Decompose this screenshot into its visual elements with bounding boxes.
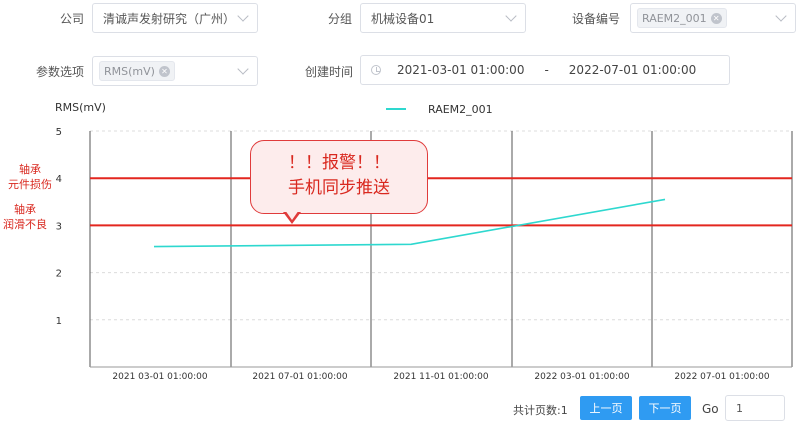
x-tick-label: 2022 07-01 01:00:00 [674,372,769,382]
threshold-lower-line1: 轴承 [14,203,36,216]
group-select[interactable]: 机械设备01 [360,3,526,33]
device-tag: RAEM2_001 ✕ [637,8,727,28]
x-tick-label: 2021 03-01 01:00:00 [112,372,207,382]
y-tick-label: 3 [56,221,62,232]
y-tick-label: 4 [56,174,62,185]
company-select[interactable]: 清诚声发射研究（广州） [92,3,258,33]
y-tick-label: 1 [56,316,62,327]
x-tick-label: 2021 07-01 01:00:00 [252,372,347,382]
y-axis-label: RMS(mV) [55,101,106,114]
rms-line-chart: 1 2 3 4 5 2021 03-01 01:00:00 2021 07-01 01:00… [55,101,793,382]
y-tick-label: 5 [56,127,62,138]
go-label: Go [702,402,719,416]
chevron-down-icon [505,10,517,22]
chevron-down-icon [237,10,249,22]
legend-label: RAEM2_001 [428,103,493,116]
device-label: 设备编号 [572,12,621,26]
alarm-callout-tail [283,210,301,224]
param-select[interactable]: RMS(mV) ✕ [92,56,258,86]
group-value: 机械设备01 [371,11,435,26]
page-total: 共计页数:1 [513,404,568,417]
threshold-label-lower: 轴承 润滑不良 [3,202,47,232]
date-end[interactable]: 2022-07-01 01:00:00 [569,63,696,77]
threshold-label-upper: 轴承 元件损伤 [8,162,52,192]
next-page-button[interactable]: 下一页 [639,396,691,420]
param-label: 参数选项 [36,65,85,79]
threshold-upper-line1: 轴承 [19,163,41,176]
param-tag-text: RMS(mV) [104,64,155,78]
clock-icon [371,65,381,75]
date-range-picker[interactable]: 2021-03-01 01:00:00 - 2022-07-01 01:00:0… [360,55,730,85]
chevron-down-icon [775,10,787,22]
date-start[interactable]: 2021-03-01 01:00:00 [397,63,524,77]
x-tick-label: 2021 11-01 01:00:00 [393,372,488,382]
prev-page-button[interactable]: 上一页 [580,396,632,420]
param-tag: RMS(mV) ✕ [99,61,175,81]
close-icon[interactable]: ✕ [710,12,722,24]
close-icon[interactable]: ✕ [158,65,170,77]
created-label: 创建时间 [305,65,354,79]
alarm-line2: 手机同步推送 [288,178,390,198]
alarm-callout: ！！报警！！ 手机同步推送 [250,140,428,214]
device-select[interactable]: RAEM2_001 ✕ [630,3,796,33]
date-separator: - [544,63,549,77]
chevron-down-icon [237,63,249,75]
threshold-upper-line2: 元件损伤 [8,178,52,191]
group-label: 分组 [328,12,353,26]
company-label: 公司 [60,12,85,26]
page-jump-input[interactable]: 1 [725,395,785,421]
alarm-line1: ！！报警！！ [288,153,390,173]
y-tick-label: 2 [56,269,62,280]
device-tag-text: RAEM2_001 [642,11,707,25]
company-value: 清诚声发射研究（广州） [103,11,236,26]
x-tick-label: 2022 03-01 01:00:00 [534,372,629,382]
threshold-lower-line2: 润滑不良 [3,218,47,231]
